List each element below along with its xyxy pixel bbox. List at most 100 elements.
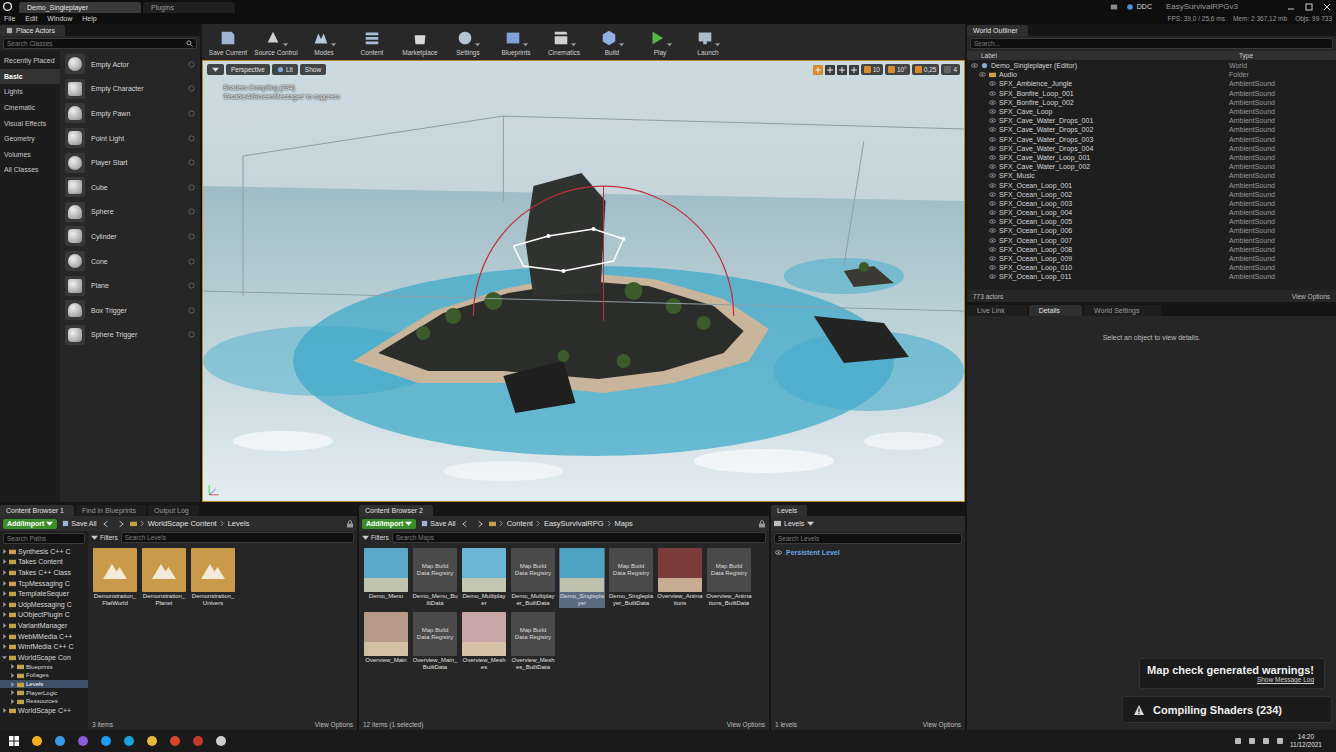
outliner-row[interactable]: SFX_Ocean_Loop_003AmbientSound	[967, 199, 1336, 208]
expander-icon[interactable]	[2, 602, 7, 607]
dropdown-icon[interactable]	[715, 42, 720, 47]
visibility-icon[interactable]	[989, 246, 996, 253]
visibility-icon[interactable]	[989, 126, 996, 133]
actor-item[interactable]: Empty Character	[60, 77, 200, 102]
notification-toast[interactable]: Compiling Shaders (234)	[1122, 696, 1332, 723]
outliner-row[interactable]: SFX_MusicAmbientSound	[967, 171, 1336, 180]
expander-icon[interactable]	[2, 559, 7, 564]
expander-icon[interactable]	[2, 581, 7, 586]
snap-toggle-icon[interactable]	[915, 66, 922, 73]
dropdown-icon[interactable]	[667, 42, 672, 47]
category-item[interactable]: Volumes	[0, 147, 60, 163]
actor-item[interactable]: Cylinder	[60, 224, 200, 249]
outliner-row[interactable]: SFX_Cave_Water_Drops_001AmbientSound	[967, 116, 1336, 125]
folder-row[interactable]: VariantManager	[0, 620, 88, 631]
document-tab[interactable]: Demo_Singleplayer	[19, 2, 141, 13]
folder-row[interactable]: WorldScape Con	[0, 652, 88, 663]
transform-mode-icon[interactable]	[825, 65, 835, 75]
actor-item[interactable]: Box Trigger	[60, 298, 200, 323]
toolbar-button[interactable]: Launch	[685, 29, 731, 56]
category-item[interactable]: Cinematic	[0, 100, 60, 116]
visibility-icon[interactable]	[989, 218, 996, 225]
actor-item[interactable]: Sphere	[60, 200, 200, 225]
category-item[interactable]: Basic	[0, 69, 60, 85]
outliner-row[interactable]: SFX_Ocean_Loop_004AmbientSound	[967, 208, 1336, 217]
dropdown-icon[interactable]	[475, 42, 480, 47]
info-icon[interactable]	[188, 110, 195, 117]
expander-icon[interactable]	[2, 623, 7, 628]
panel-tab[interactable]: Find in Blueprints	[76, 505, 146, 516]
outliner-row[interactable]: SFX_Cave_Water_Drops_004AmbientSound	[967, 144, 1336, 153]
menu-item[interactable]: File	[4, 15, 15, 22]
toolbar-button[interactable]: Content	[349, 29, 395, 56]
map-asset[interactable]: Overview_Animations	[657, 548, 703, 608]
actor-item[interactable]: Sphere Trigger	[60, 323, 200, 348]
visibility-icon[interactable]	[989, 90, 996, 97]
toolbar-button[interactable]: Settings	[445, 29, 491, 56]
toolbar-button[interactable]: Play	[637, 29, 683, 56]
outliner-row[interactable]: SFX_Ocean_Loop_008AmbientSound	[967, 245, 1336, 254]
map-asset[interactable]: Demo_Singleplayer	[559, 548, 605, 608]
map-asset[interactable]: Map Build Data RegistryDemo_Menu_BuiltDa…	[412, 548, 458, 608]
outliner-row[interactable]: SFX_Cave_Water_Drops_002AmbientSound	[967, 125, 1336, 134]
visibility-icon[interactable]	[989, 191, 996, 198]
visibility-icon[interactable]	[979, 71, 986, 78]
visibility-icon[interactable]	[989, 227, 996, 234]
dropdown-icon[interactable]	[283, 42, 288, 47]
search-field[interactable]: Search Levels	[121, 532, 354, 543]
info-icon[interactable]	[188, 208, 195, 215]
visibility-icon[interactable]	[989, 154, 996, 161]
tray-icon[interactable]	[1276, 737, 1284, 745]
info-icon[interactable]	[188, 159, 195, 166]
info-icon[interactable]	[188, 184, 195, 191]
outliner-row[interactable]: SFX_Ocean_Loop_005AmbientSound	[967, 217, 1336, 226]
snap-setting[interactable]: 0,25	[912, 64, 940, 75]
panel-tab[interactable]: World Outliner	[967, 25, 1028, 36]
folder-row[interactable]: Takes Content	[0, 557, 88, 568]
breadcrumb-item[interactable]: WorldScape Content	[148, 519, 217, 528]
view-options-button[interactable]: View Options	[1292, 293, 1330, 300]
notification-icon[interactable]	[1110, 3, 1118, 11]
taskbar-app-icon[interactable]	[54, 735, 66, 747]
dropdown-icon[interactable]	[571, 42, 576, 47]
visibility-icon[interactable]	[989, 136, 996, 143]
transform-mode-icon[interactable]	[837, 65, 847, 75]
outliner-row[interactable]: SFX_Ocean_Loop_009AmbientSound	[967, 254, 1336, 263]
visibility-icon[interactable]	[989, 264, 996, 271]
windows-start-icon[interactable]	[8, 735, 20, 747]
outliner-row[interactable]: SFX_Ambience_JungleAmbientSound	[967, 79, 1336, 88]
toolbar-button[interactable]: Source Control	[253, 29, 299, 56]
back-icon[interactable]	[102, 520, 111, 528]
visibility-icon[interactable]	[989, 255, 996, 262]
panel-tab[interactable]: Live Link	[967, 305, 1027, 316]
snap-toggle-icon[interactable]	[944, 66, 951, 73]
breadcrumb-item[interactable]: EasySurvivalRPG	[544, 519, 604, 528]
map-asset[interactable]: Demo_Menu	[363, 548, 409, 608]
dropdown-icon[interactable]	[523, 42, 528, 47]
search-field[interactable]: Search Levels	[774, 533, 962, 544]
outliner-row[interactable]: SFX_Ocean_Loop_010AmbientSound	[967, 263, 1336, 272]
expander-icon[interactable]	[10, 673, 15, 678]
transform-mode-icon[interactable]	[849, 65, 859, 75]
lock-icon[interactable]	[758, 520, 766, 528]
transform-mode-icon[interactable]	[813, 65, 823, 75]
add-import-button[interactable]: Add/Import	[362, 519, 416, 529]
visibility-icon[interactable]	[989, 145, 996, 152]
visibility-icon[interactable]	[989, 80, 996, 87]
view-options-button[interactable]: View Options	[315, 721, 353, 728]
actor-item[interactable]: Cone	[60, 249, 200, 274]
forward-icon[interactable]	[116, 520, 125, 528]
minimize-icon[interactable]	[1286, 2, 1296, 12]
actor-item[interactable]: Empty Actor	[60, 52, 200, 77]
add-import-button[interactable]: Add/Import	[3, 519, 57, 529]
lit-button[interactable]: Lit	[272, 64, 298, 75]
category-item[interactable]: Lights	[0, 84, 60, 100]
expander-icon[interactable]	[2, 591, 7, 596]
outliner-row[interactable]: SFX_Ocean_Loop_001AmbientSound	[967, 180, 1336, 189]
outliner-row[interactable]: AudioFolder	[967, 70, 1336, 79]
outliner-row[interactable]: SFX_Cave_Water_Loop_001AmbientSound	[967, 153, 1336, 162]
outliner-row[interactable]: SFX_Ocean_Loop_007AmbientSound	[967, 236, 1336, 245]
level-asset[interactable]: Demonstration_FlatWorld	[92, 548, 138, 608]
map-asset[interactable]: Map Build Data RegistryDemo_Multiplayer_…	[510, 548, 556, 608]
snap-toggle-icon[interactable]	[888, 66, 895, 73]
